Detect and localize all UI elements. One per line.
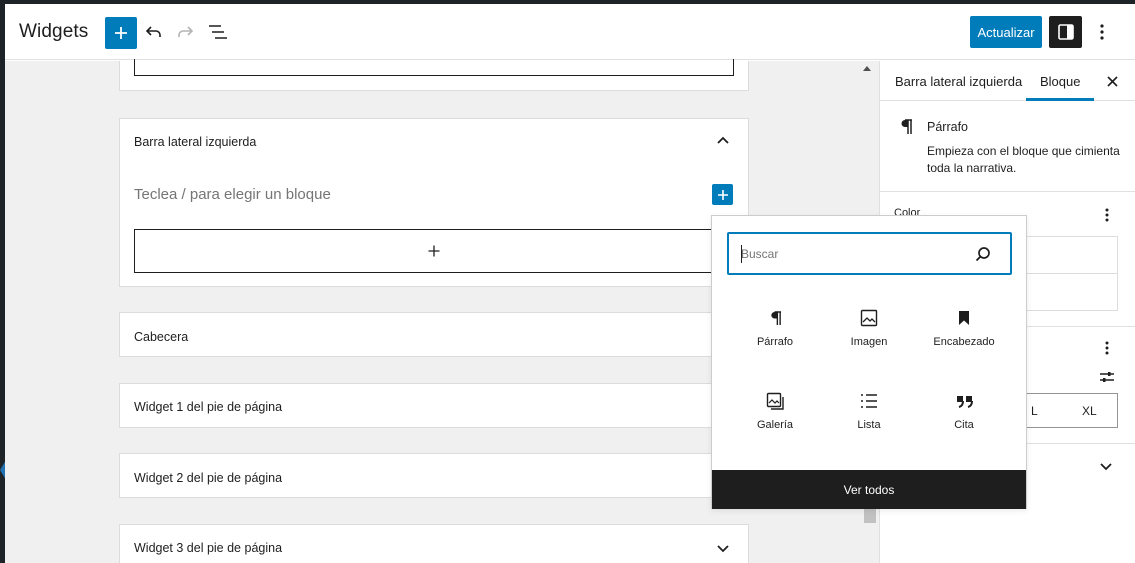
quick-inserter-popover: Párrafo Imagen Encabezado Galería Lista … [711,215,1027,509]
inserter-item-quote[interactable]: Cita [924,391,1004,461]
list-view-button[interactable] [206,20,230,44]
more-vertical-icon [1105,341,1109,355]
plus-icon [428,245,440,257]
widget-area-title: Widget 3 del pie de página [134,541,283,555]
paragraph-icon [896,117,916,137]
inserter-item-label: Párrafo [756,336,794,348]
font-size-l[interactable]: L [1031,404,1038,418]
plus-icon [717,189,728,200]
list-icon [859,391,879,411]
add-block-button[interactable] [105,17,137,49]
inserter-item-list[interactable]: Lista [829,391,909,461]
inserter-item-label: Encabezado [933,336,995,348]
page-title: Widgets [19,21,89,42]
editor-header: Widgets Actualizar [5,4,1135,60]
typography-options-button[interactable] [1099,340,1115,356]
plus-icon [115,27,127,39]
widget-area-title: Cabecera [134,330,189,344]
set-custom-size-button[interactable] [1098,369,1116,385]
inserter-item-heading[interactable]: Encabezado [924,308,1004,378]
tab-block[interactable]: Bloque [1040,74,1080,89]
close-icon [1106,75,1118,87]
redo-icon [178,26,194,37]
active-tab-indicator [1026,98,1094,101]
inline-add-block-button[interactable] [712,184,733,205]
more-vertical-icon [1100,24,1104,40]
widget-area-footer-3[interactable]: Widget 3 del pie de página [119,524,749,563]
widget-area-header[interactable]: Cabecera [119,312,749,357]
divider [880,191,1135,192]
bookmark-icon [954,308,974,328]
more-vertical-icon [1105,208,1109,222]
inserter-item-label: Galería [756,419,794,431]
block-card-description: Empieza con el bloque que cimienta toda … [927,144,1120,175]
chevron-down-icon[interactable] [715,541,731,557]
widget-area-title: Widget 1 del pie de página [134,400,283,414]
widget-area-footer-2[interactable]: Widget 2 del pie de página [119,453,749,498]
tab-left-sidebar[interactable]: Barra lateral izquierda [895,74,1022,89]
block-card-title: Párrafo [927,120,968,134]
image-icon [859,308,879,328]
widget-area-title: Widget 2 del pie de página [134,471,283,485]
inserter-item-paragraph[interactable]: Párrafo [735,308,815,378]
paragraph-icon [765,308,785,328]
browse-all-button[interactable]: Ver todos [712,470,1026,509]
close-sidebar-button[interactable] [1104,73,1120,89]
inserter-item-label: Imagen [850,336,888,348]
block-placeholder[interactable]: Teclea / para elegir un bloque [134,186,331,203]
quote-icon [954,391,974,411]
undo-icon [145,26,161,37]
scrollbar-thumb[interactable] [864,508,876,523]
widget-area-footer-1[interactable]: Widget 1 del pie de página [119,383,749,428]
search-input[interactable] [741,244,961,264]
settings-toggle-button[interactable] [1049,16,1082,48]
inserter-item-gallery[interactable]: Galería [735,391,815,461]
block-appender-button[interactable] [134,229,734,273]
chevron-down-icon [1100,463,1112,471]
search-field[interactable] [727,232,1012,275]
gallery-icon [765,391,785,411]
previous-block[interactable] [134,59,734,76]
sidebar-tabs: Barra lateral izquierda Bloque [880,61,1135,101]
sidebar-icon [1057,24,1074,40]
undo-button[interactable] [142,20,166,44]
inserter-item-image[interactable]: Imagen [829,308,909,378]
chevron-up-icon[interactable] [715,132,731,148]
widget-area-title: Barra lateral izquierda [134,135,257,149]
inserter-item-label: Cita [954,419,974,431]
advanced-panel-toggle[interactable] [1098,459,1114,475]
sliders-icon [1100,372,1114,382]
previous-widget-area [119,59,749,91]
widget-area-left-sidebar[interactable]: Barra lateral izquierda Teclea / para el… [119,118,749,287]
list-view-icon [209,25,227,39]
update-button[interactable]: Actualizar [970,16,1042,48]
inserter-item-label: Lista [857,419,881,431]
scroll-up-arrow-icon[interactable] [862,63,872,73]
options-menu-button[interactable] [1090,20,1114,44]
search-icon [974,245,992,263]
color-options-button[interactable] [1099,207,1115,223]
redo-button[interactable] [173,20,197,44]
font-size-xl[interactable]: XL [1082,404,1097,418]
